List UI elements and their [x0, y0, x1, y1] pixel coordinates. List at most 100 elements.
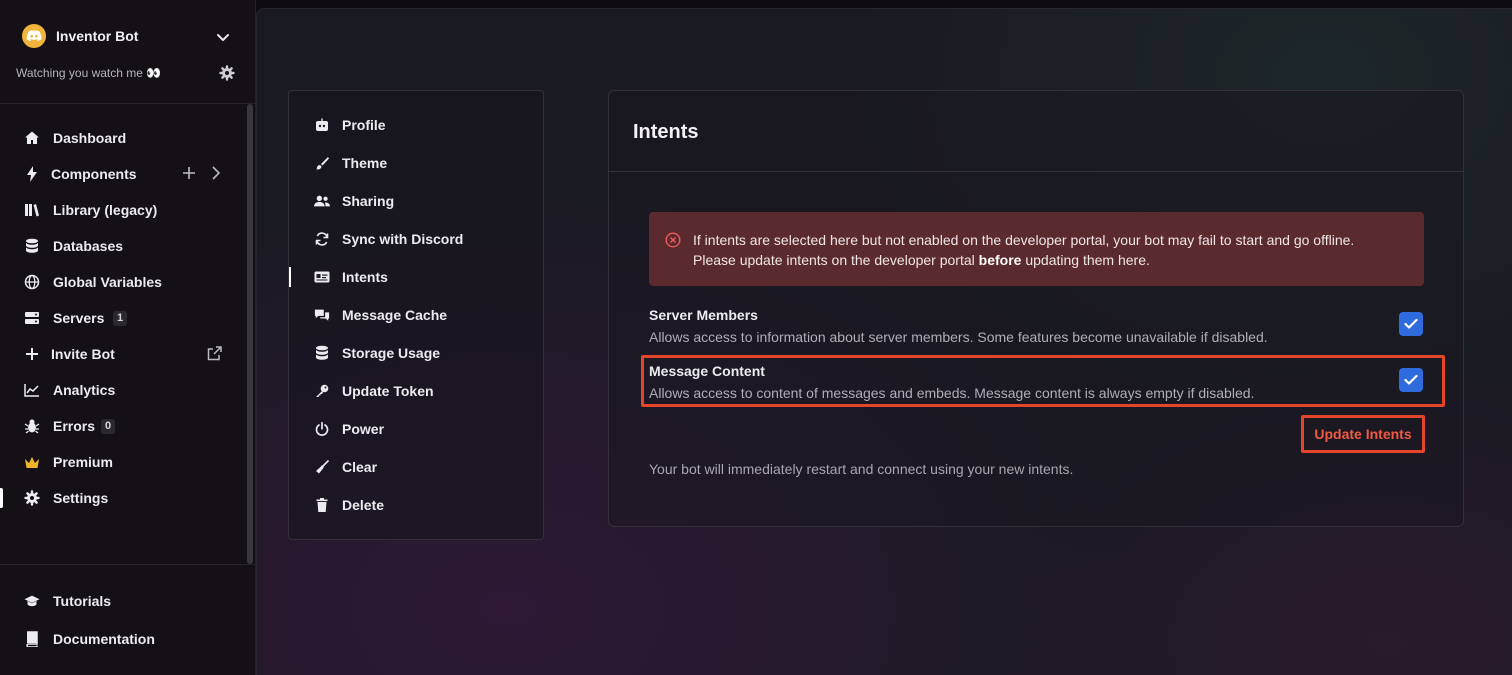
servers-count-badge: 1	[113, 311, 128, 326]
settings-item-label: Sharing	[342, 193, 395, 209]
alert-text-bold: before	[978, 252, 1022, 268]
settings-item-sharing[interactable]: Sharing	[289, 182, 543, 220]
id-card-icon	[314, 269, 330, 285]
settings-item-label: Storage Usage	[342, 345, 441, 361]
settings-item-power[interactable]: Power	[289, 410, 543, 448]
restart-note: Your bot will immediately restart and co…	[649, 461, 1074, 477]
check-icon	[1404, 318, 1418, 329]
sidebar-item-label: Global Variables	[53, 274, 162, 290]
database-icon	[24, 238, 40, 254]
sidebar-item-dashboard[interactable]: Dashboard	[0, 120, 246, 156]
sidebar-item-analytics[interactable]: Analytics	[0, 372, 246, 408]
settings-item-label: Update Token	[342, 383, 434, 399]
sidebar-item-servers[interactable]: Servers 1	[0, 300, 246, 336]
server-members-checkbox[interactable]	[1399, 312, 1423, 336]
comments-icon	[314, 307, 330, 323]
settings-item-storage-usage[interactable]: Storage Usage	[289, 334, 543, 372]
sidebar-item-errors[interactable]: Errors 0	[0, 408, 246, 444]
settings-item-label: Profile	[342, 117, 386, 133]
settings-item-label: Theme	[342, 155, 388, 171]
settings-item-sync-with-discord[interactable]: Sync with Discord	[289, 220, 543, 258]
intent-description: Allows access to information about serve…	[649, 329, 1268, 345]
trash-icon	[314, 497, 330, 513]
intents-card: Intents If intents are selected here but…	[608, 90, 1464, 527]
settings-item-update-token[interactable]: Update Token	[289, 372, 543, 410]
plus-icon[interactable]	[182, 166, 196, 185]
settings-item-label: Sync with Discord	[342, 231, 464, 247]
sidebar-item-tutorials[interactable]: Tutorials	[0, 583, 246, 619]
library-icon	[24, 202, 40, 218]
sidebar-item-global-variables[interactable]: Global Variables	[0, 264, 246, 300]
chevron-right-icon[interactable]	[210, 166, 222, 185]
globe-icon	[24, 274, 40, 290]
sidebar-item-label: Databases	[53, 238, 124, 254]
bug-icon	[24, 418, 40, 434]
sidebar-item-invite-bot[interactable]: Invite Bot	[0, 336, 246, 372]
sidebar-item-label: Dashboard	[53, 130, 127, 146]
sidebar-item-label: Errors	[53, 418, 96, 434]
divider	[609, 171, 1463, 172]
server-icon	[24, 310, 40, 326]
alert-text-part: updating them here.	[1021, 252, 1150, 268]
settings-item-message-cache[interactable]: Message Cache	[289, 296, 543, 334]
settings-item-intents[interactable]: Intents	[289, 258, 543, 296]
check-icon	[1404, 374, 1418, 385]
external-link-icon[interactable]	[207, 346, 222, 366]
sidebar-item-label: Premium	[53, 454, 113, 470]
active-indicator	[0, 488, 3, 508]
error-circle-icon	[665, 232, 681, 248]
graduation-cap-icon	[24, 593, 40, 609]
bot-avatar[interactable]	[22, 24, 46, 48]
sidebar-item-settings[interactable]: Settings	[0, 480, 246, 516]
crown-icon	[24, 454, 40, 470]
sidebar-item-label: Tutorials	[53, 593, 112, 609]
sidebar-item-label: Settings	[53, 490, 109, 506]
sidebar-item-documentation[interactable]: Documentation	[0, 621, 246, 657]
sidebar-item-label: Components	[51, 166, 137, 182]
analytics-icon	[24, 382, 40, 398]
discord-icon	[26, 30, 42, 42]
sidebar-item-components[interactable]: Components	[0, 156, 246, 192]
intent-title: Message Content	[649, 363, 765, 379]
robot-icon	[314, 117, 330, 133]
database-icon	[314, 345, 330, 361]
settings-item-label: Delete	[342, 497, 385, 513]
intent-title: Server Members	[649, 307, 758, 323]
warning-alert: If intents are selected here but not ena…	[649, 212, 1424, 286]
broom-icon	[314, 459, 330, 475]
bot-status: Watching you watch me 👀	[16, 66, 162, 80]
sidebar-item-premium[interactable]: Premium	[0, 444, 246, 480]
sidebar-bottom-links: Tutorials Documentation	[0, 564, 256, 675]
active-indicator	[289, 267, 291, 287]
settings-item-profile[interactable]: Profile	[289, 106, 543, 144]
sidebar-item-label: Servers	[53, 310, 105, 326]
sync-icon	[314, 231, 330, 247]
sidebar-item-label: Documentation	[53, 631, 155, 647]
settings-item-label: Power	[342, 421, 385, 437]
users-icon	[314, 193, 330, 209]
sidebar-scrollbar[interactable]	[247, 104, 253, 564]
sidebar-item-databases[interactable]: Databases	[0, 228, 246, 264]
home-icon	[24, 130, 40, 146]
bot-header: Inventor Bot Watching you watch me 👀	[0, 0, 256, 104]
chevron-down-icon[interactable]	[214, 28, 232, 46]
sidebar-item-label: Analytics	[53, 382, 116, 398]
plus-icon	[24, 346, 40, 362]
sidebar-item-label: Library (legacy)	[53, 202, 158, 218]
settings-item-theme[interactable]: Theme	[289, 144, 543, 182]
intent-description: Allows access to content of messages and…	[649, 385, 1255, 401]
sidebar: Inventor Bot Watching you watch me 👀 Das…	[0, 0, 256, 675]
bot-name[interactable]: Inventor Bot	[56, 28, 138, 44]
settings-item-label: Clear	[342, 459, 378, 475]
update-intents-button[interactable]: Update Intents	[1301, 415, 1425, 453]
settings-menu: Profile Theme Sharing Sync with Discord …	[288, 90, 544, 540]
message-content-checkbox[interactable]	[1399, 368, 1423, 392]
gear-icon[interactable]	[219, 65, 235, 81]
alert-message: If intents are selected here but not ena…	[693, 230, 1393, 270]
settings-item-delete[interactable]: Delete	[289, 486, 543, 524]
settings-item-clear[interactable]: Clear	[289, 448, 543, 486]
sidebar-item-label: Invite Bot	[51, 346, 115, 362]
settings-item-label: Message Cache	[342, 307, 448, 323]
sidebar-item-library[interactable]: Library (legacy)	[0, 192, 246, 228]
key-icon	[314, 383, 330, 399]
